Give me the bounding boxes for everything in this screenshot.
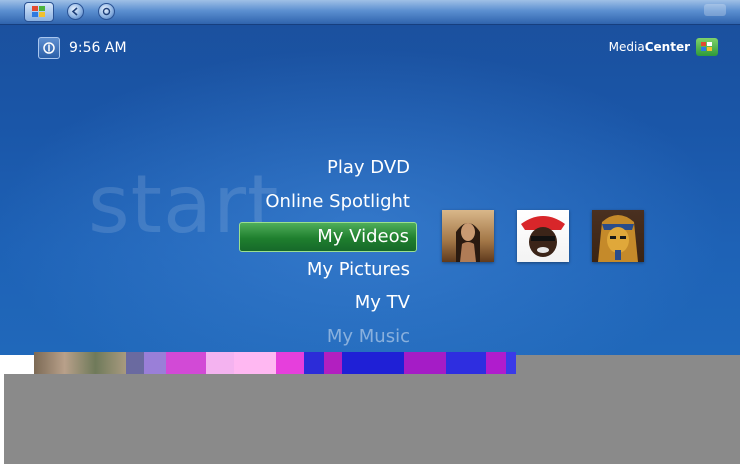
menu-item-play-dvd[interactable]: Play DVD <box>327 155 410 181</box>
media-center-logo-icon <box>696 38 718 56</box>
corrupted-region-top <box>516 355 740 374</box>
video-thumbnail-man-red-cap[interactable] <box>517 210 569 262</box>
video-thumbnail-woman[interactable] <box>442 210 494 262</box>
media-center-start-icon <box>102 7 111 16</box>
man-red-cap-icon <box>521 216 565 257</box>
menu-item-my-pictures[interactable]: My Pictures <box>307 257 410 283</box>
home-button[interactable] <box>98 3 115 20</box>
back-arrow-icon <box>71 7 78 16</box>
woman-portrait-icon <box>456 223 480 262</box>
image-glitch-strip <box>34 352 516 374</box>
menu-item-my-music[interactable]: My Music <box>327 324 410 350</box>
clock-time: 9:56 AM <box>69 40 127 56</box>
back-button[interactable] <box>67 3 84 20</box>
title-bar <box>0 0 740 25</box>
menu-item-my-tv[interactable]: My TV <box>355 290 410 316</box>
window-controls[interactable] <box>704 4 726 16</box>
power-button[interactable] <box>38 37 60 59</box>
video-thumbnail-pharaoh-mask[interactable] <box>592 210 644 262</box>
menu-item-my-videos[interactable]: My Videos <box>239 222 417 252</box>
pharaoh-mask-icon <box>598 215 638 262</box>
power-icon <box>43 42 55 54</box>
media-center-screen: 9:56 AM Media Center start Play DVD Onli… <box>0 0 740 464</box>
media-center-branding: Media Center <box>609 38 718 56</box>
windows-flag-icon <box>32 6 45 17</box>
brand-text-center: Center <box>644 40 690 54</box>
brand-text-media: Media <box>608 40 645 54</box>
menu-item-online-spotlight[interactable]: Online Spotlight <box>265 189 410 215</box>
corrupted-region-body <box>4 374 740 464</box>
windows-logo-button[interactable] <box>24 2 54 22</box>
